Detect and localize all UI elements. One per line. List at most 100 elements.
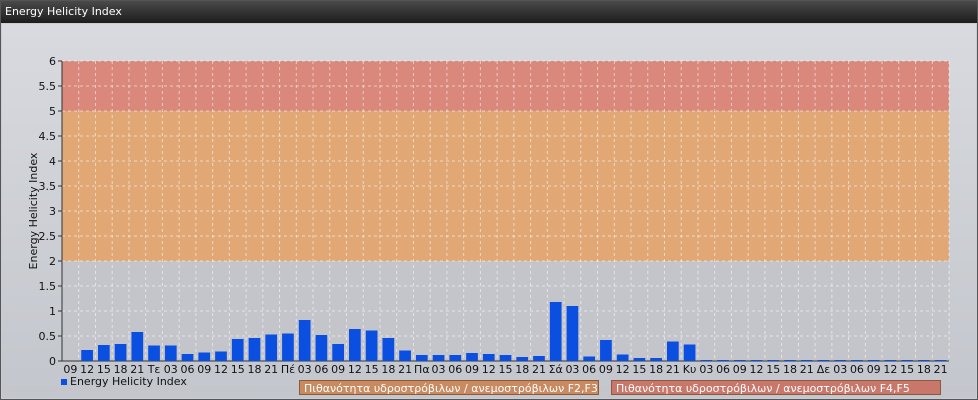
- bar: [298, 320, 311, 361]
- energy-helicity-chart: 0 0.5 1 1.5 2 2.5 3 3.5 4 4.5 5 5.5 6 Energy Helicity…: [27, 55, 950, 376]
- bar: [415, 355, 428, 361]
- x-tick-label: 03: [833, 363, 847, 376]
- series-legend-swatch: [61, 379, 67, 385]
- bar: [867, 360, 880, 361]
- y-axis-label: Energy Helicity Index: [27, 152, 40, 269]
- bar: [583, 356, 596, 361]
- chart-window: Energy Helicity Index 0 0.5 1 1.5 2 2.5 3 3.5 4 4…: [0, 0, 978, 400]
- bar: [800, 360, 813, 361]
- bar: [918, 360, 930, 361]
- bar: [131, 332, 144, 361]
- x-tick-label: 12: [883, 363, 897, 376]
- bar: [198, 352, 211, 361]
- x-tick-label: 15: [900, 363, 914, 376]
- y-tick-label: 4.5: [39, 130, 57, 143]
- bar: [851, 360, 863, 361]
- x-tick-label: 03: [565, 363, 579, 376]
- bar: [248, 338, 261, 361]
- bar: [482, 354, 495, 361]
- bar: [365, 330, 378, 361]
- bar: [81, 350, 93, 361]
- x-tick-label: 15: [632, 363, 646, 376]
- bar: [750, 360, 763, 361]
- x-tick-label: 06: [582, 363, 596, 376]
- x-tick-label: 15: [499, 363, 513, 376]
- bar: [282, 333, 294, 361]
- x-tick-label: 06: [448, 363, 462, 376]
- x-tick-label: 06: [314, 363, 328, 376]
- bar: [382, 338, 395, 361]
- x-tick-label: 09: [733, 363, 747, 376]
- x-tick-label: 15: [365, 363, 379, 376]
- x-tick-label: 03: [298, 363, 312, 376]
- y-tick-label: 5.5: [39, 80, 57, 93]
- x-tick-label: 21: [264, 363, 278, 376]
- bar: [231, 339, 244, 361]
- x-tick-label: 09: [331, 363, 345, 376]
- x-tick-label: 03: [699, 363, 713, 376]
- bar: [164, 345, 177, 361]
- bar: [817, 360, 830, 361]
- y-tick-label: 3: [49, 205, 56, 218]
- x-tick-label: 06: [716, 363, 730, 376]
- x-tick-label: 12: [482, 363, 496, 376]
- band-legend-f4f5-label: Πιθανότητα υδροστρόβιλων / ανεμοστρόβιλω…: [616, 382, 910, 395]
- x-tick-label: 03: [432, 363, 446, 376]
- x-tick-label: 18: [381, 363, 395, 376]
- y-tick-label: 1: [49, 305, 56, 318]
- bar: [616, 354, 629, 361]
- y-tick-label: 0.5: [39, 330, 57, 343]
- x-tick-label: 18: [247, 363, 261, 376]
- y-tick-label: 2: [49, 255, 56, 268]
- band-legend-f2f3-label: Πιθανότητα υδροστρόβιλων / ανεμοστρόβιλω…: [304, 382, 598, 395]
- bar: [332, 344, 344, 361]
- x-tick-label: 06: [850, 363, 864, 376]
- x-tick-label: 21: [800, 363, 814, 376]
- bar: [884, 360, 897, 361]
- bar: [700, 360, 713, 361]
- bar: [265, 334, 278, 361]
- x-tick-label: Πέ: [281, 363, 295, 376]
- bar: [499, 355, 512, 361]
- bar: [549, 302, 562, 361]
- bar: [97, 345, 110, 361]
- bar: [834, 360, 847, 361]
- bar: [432, 355, 445, 361]
- bar: [215, 351, 227, 361]
- bar: [315, 335, 328, 361]
- bar: [449, 355, 462, 361]
- bar: [600, 340, 612, 361]
- x-tick-label: Πα: [414, 363, 430, 376]
- x-tick-label: 21: [934, 363, 948, 376]
- x-tick-label: Σά: [549, 363, 563, 376]
- bar: [148, 345, 160, 361]
- series-legend[interactable]: Energy Helicity Index: [61, 375, 187, 389]
- x-tick-label: Δε: [817, 363, 831, 376]
- bar: [566, 306, 579, 361]
- bar: [349, 329, 361, 361]
- x-tick-label: 09: [599, 363, 613, 376]
- bar: [667, 341, 679, 361]
- x-tick-label: 12: [750, 363, 764, 376]
- x-tick-label: 21: [666, 363, 680, 376]
- x-tick-label: 12: [214, 363, 228, 376]
- bar: [767, 360, 780, 361]
- x-tick-label: 12: [616, 363, 630, 376]
- bar: [733, 360, 746, 361]
- y-tick-label: 1.5: [39, 280, 57, 293]
- x-tick-label: 18: [515, 363, 529, 376]
- x-tick-label: 15: [231, 363, 245, 376]
- bar: [784, 360, 796, 361]
- bar: [901, 360, 914, 361]
- bar: [399, 350, 411, 361]
- bar: [466, 353, 478, 361]
- bar: [114, 344, 127, 361]
- y-tick-label: 6: [49, 55, 56, 68]
- x-tick-label: 21: [532, 363, 546, 376]
- y-tick-label: 3.5: [39, 180, 57, 193]
- x-tick-label: 09: [867, 363, 881, 376]
- x-tick-label: 09: [465, 363, 479, 376]
- bar: [650, 358, 662, 361]
- series-legend-label: Energy Helicity Index: [70, 375, 187, 388]
- bar: [533, 356, 545, 361]
